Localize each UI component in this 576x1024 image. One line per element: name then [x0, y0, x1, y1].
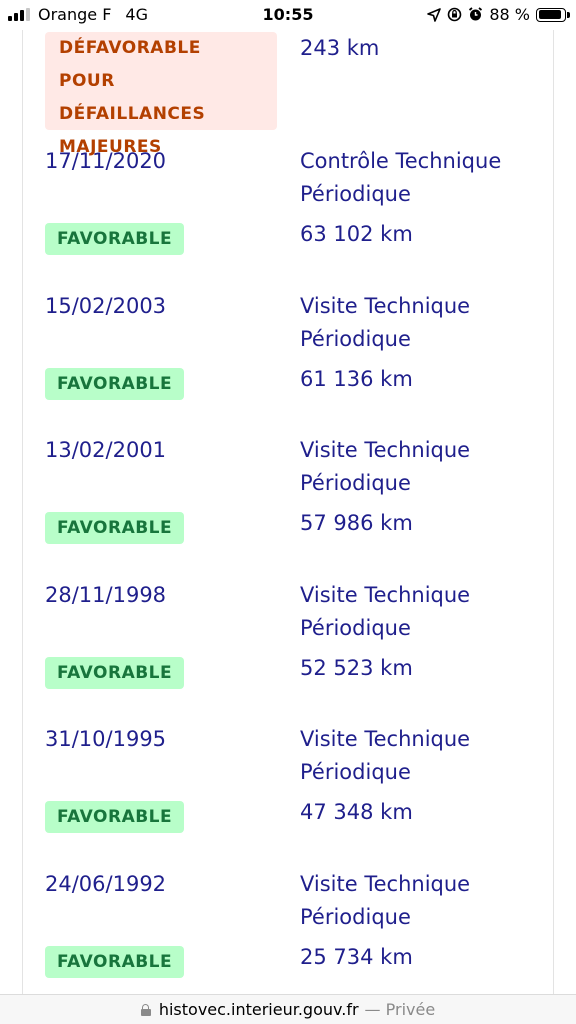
- history-row: 28/11/1998 Visite Technique Périodique FAV…: [23, 579, 553, 724]
- mileage: 243 km: [300, 36, 380, 60]
- history-row: 24/06/1992 Visite Technique Périodique FAV…: [23, 868, 553, 1001]
- inspection-history-list: DÉFAVORABLE POUR DÉFAILLANCES MAJEURES 2…: [23, 30, 553, 1000]
- mileage: 25 734 km: [300, 944, 413, 969]
- history-row: 31/10/1995 Visite Technique Périodique FAV…: [23, 723, 553, 868]
- private-mode-label: — Privée: [364, 1000, 436, 1019]
- result-badge-favorable: FAVORABLE: [45, 367, 185, 400]
- orientation-lock-icon: [448, 7, 462, 22]
- result-badge-unfavorable: DÉFAVORABLE POUR DÉFAILLANCES MAJEURES: [45, 32, 277, 157]
- browser-url-bar[interactable]: histovec.interieur.gouv.fr — Privée: [0, 994, 576, 1024]
- lock-icon: [140, 1003, 151, 1016]
- mileage: 61 136 km: [300, 366, 413, 391]
- inspection-type: Contrôle Technique Périodique: [300, 149, 502, 206]
- result-badge-favorable: FAVORABLE: [45, 801, 185, 833]
- battery-percent: 88 %: [489, 5, 530, 24]
- result-badge-favorable: FAVORABLE: [45, 656, 185, 689]
- inspection-date: 15/02/2003: [45, 293, 167, 318]
- mileage: 52 523 km: [300, 655, 413, 680]
- alarm-icon: [469, 7, 483, 21]
- inspection-date: 28/11/1998: [45, 582, 167, 607]
- inspection-date: 17/11/2020: [45, 149, 167, 173]
- inspection-type: Visite Technique Périodique: [300, 727, 471, 784]
- history-row: 17/11/2020 Contrôle Technique Périodique F…: [23, 145, 553, 290]
- result-badge-favorable: FAVORABLE: [45, 945, 185, 978]
- status-bar: Orange F 4G 10:55 88 %: [0, 0, 576, 30]
- inspection-type: Visite Technique Périodique: [300, 582, 471, 640]
- battery-icon: [536, 7, 570, 22]
- inspection-history-card: DÉFAVORABLE POUR DÉFAILLANCES MAJEURES 2…: [22, 0, 554, 1000]
- history-row: 15/02/2003 Visite Technique Périodique FAV…: [23, 290, 553, 435]
- inspection-date: 24/06/1992: [45, 871, 167, 896]
- mileage: 47 348 km: [300, 800, 413, 824]
- location-arrow-icon: [427, 7, 442, 22]
- mileage: 63 102 km: [300, 222, 413, 246]
- result-badge-favorable: FAVORABLE: [45, 223, 185, 255]
- inspection-date: 13/02/2001: [45, 438, 167, 462]
- mileage: 57 986 km: [300, 511, 413, 535]
- history-row: DÉFAVORABLE POUR DÉFAILLANCES MAJEURES 2…: [23, 30, 553, 157]
- status-bar-right: 88 %: [427, 5, 570, 24]
- result-badge-favorable: FAVORABLE: [45, 512, 185, 544]
- inspection-date: 31/10/1995: [45, 727, 167, 751]
- url-domain[interactable]: histovec.interieur.gouv.fr: [159, 1000, 359, 1019]
- history-row: 13/02/2001 Visite Technique Périodique FAV…: [23, 434, 553, 579]
- inspection-type: Visite Technique Périodique: [300, 293, 471, 351]
- inspection-type: Visite Technique Périodique: [300, 871, 471, 929]
- inspection-type: Visite Technique Périodique: [300, 438, 471, 495]
